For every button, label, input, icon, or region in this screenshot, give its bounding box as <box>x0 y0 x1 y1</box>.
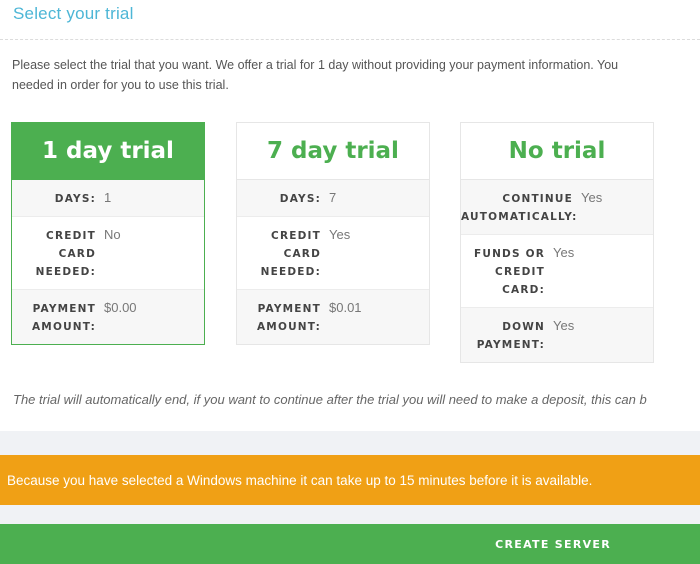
section-spacer <box>0 505 700 524</box>
trial-footnote: The trial will automatically end, if you… <box>13 392 647 407</box>
page-title: Select your trial <box>13 4 134 23</box>
trial-card-7-day[interactable]: 7 day trial DAYS: 7 CREDIT CARD NEEDED: … <box>236 122 430 345</box>
row-label: DOWN PAYMENT: <box>476 321 545 351</box>
trial-card-title: 1 day trial <box>12 123 204 180</box>
row-value: $0.01 <box>329 300 362 315</box>
trial-row-days: DAYS: 1 <box>12 180 204 217</box>
windows-notice: Because you have selected a Windows mach… <box>0 455 700 505</box>
row-value: 1 <box>104 190 112 205</box>
row-label: DAYS: <box>54 193 96 205</box>
trial-row-continue: CONTINUE AUTOMATICALLY: Yes <box>461 180 653 235</box>
row-value: Yes <box>329 227 351 242</box>
row-value: 7 <box>329 190 337 205</box>
row-value: Yes <box>581 190 603 205</box>
trial-row-days: DAYS: 7 <box>237 180 429 217</box>
trial-row-payment: PAYMENT AMOUNT: $0.00 <box>12 290 204 344</box>
trial-row-down-payment: DOWN PAYMENT: Yes <box>461 308 653 362</box>
intro-line-1: Please select the trial that you want. W… <box>12 58 619 72</box>
trial-row-funds: FUNDS OR CREDIT CARD: Yes <box>461 235 653 308</box>
trial-row-credit-card: CREDIT CARD NEEDED: No <box>12 217 204 290</box>
row-label: DAYS: <box>279 193 321 205</box>
row-label: CREDIT CARD NEEDED: <box>260 230 321 278</box>
row-label: FUNDS OR CREDIT CARD: <box>473 248 545 296</box>
section-spacer <box>0 431 700 455</box>
trial-card-title: No trial <box>461 123 653 180</box>
row-label: PAYMENT AMOUNT: <box>256 303 321 333</box>
trial-card-1-day[interactable]: 1 day trial DAYS: 1 CREDIT CARD NEEDED: … <box>11 122 205 345</box>
trial-row-credit-card: CREDIT CARD NEEDED: Yes <box>237 217 429 290</box>
intro-text: Please select the trial that you want. W… <box>12 55 700 95</box>
row-label: PAYMENT AMOUNT: <box>31 303 96 333</box>
row-value: $0.00 <box>104 300 137 315</box>
trial-card-title: 7 day trial <box>237 123 429 180</box>
row-value: Yes <box>553 245 575 260</box>
create-server-button[interactable]: CREATE SERVER <box>0 524 700 564</box>
trial-row-payment: PAYMENT AMOUNT: $0.01 <box>237 290 429 344</box>
trial-card-no-trial[interactable]: No trial CONTINUE AUTOMATICALLY: Yes FUN… <box>460 122 654 363</box>
row-label: CONTINUE AUTOMATICALLY: <box>461 193 578 223</box>
intro-line-2: needed in order for you to use this tria… <box>12 78 229 92</box>
row-label: CREDIT CARD NEEDED: <box>35 230 96 278</box>
row-value: No <box>104 227 121 242</box>
title-divider <box>0 39 700 40</box>
row-value: Yes <box>553 318 575 333</box>
